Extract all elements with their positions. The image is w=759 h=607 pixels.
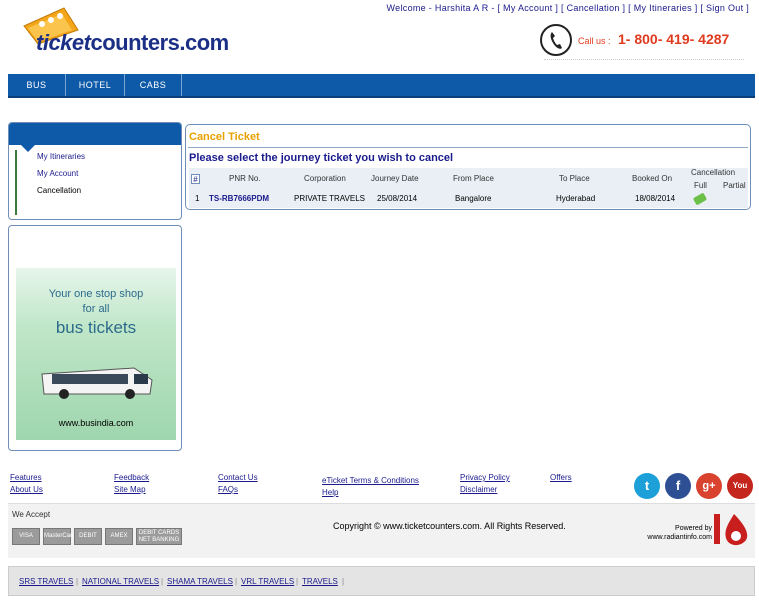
footer-disclaimer-link[interactable]: Disclaimer (460, 485, 497, 494)
we-accept-label: We Accept (12, 510, 51, 519)
footer-site-map-link[interactable]: Site Map (114, 485, 146, 494)
main-nav: BUS HOTEL CABS (8, 74, 755, 98)
mastercard-icon: MasterCard (43, 528, 75, 545)
footer-eticket-terms-link[interactable]: eTicket Terms & Conditions (322, 476, 419, 485)
operator-separator: | (296, 577, 299, 586)
footer-feedback-link[interactable]: Feedback (114, 473, 149, 482)
my-account-link[interactable]: [ My Account ] (497, 3, 558, 13)
bus-operators-band: SRS TRAVELS | NATIONAL TRAVELS | SHAMA T… (8, 566, 755, 596)
google-plus-icon[interactable]: g+ (696, 473, 722, 499)
nav-bus[interactable]: BUS (8, 74, 66, 96)
operator-link-national[interactable]: NATIONAL TRAVELS (82, 577, 159, 586)
visa-card-icon: VISA (12, 528, 40, 545)
debit-card-icon: DEBIT (74, 528, 102, 545)
operator-link-shama[interactable]: SHAMA TRAVELS (167, 577, 233, 586)
my-itineraries-link[interactable]: [ My Itineraries ] (628, 3, 697, 13)
operator-link-vrl[interactable]: VRL TRAVELS (241, 577, 294, 586)
youtube-icon[interactable]: You (727, 473, 753, 499)
promo-url: www.busindia.com (58, 418, 134, 428)
sidebar-item-my-account[interactable]: My Account (37, 169, 78, 178)
pnr-link[interactable]: TS-RB7666PDM (209, 194, 269, 203)
operator-separator: | (76, 577, 79, 586)
sidebar-header (9, 123, 181, 145)
promo-line-3: bus tickets (55, 318, 137, 337)
page-subtitle: Please select the journey ticket you wis… (189, 152, 454, 164)
sidebar-item-my-itineraries[interactable]: My Itineraries (37, 152, 85, 161)
footer-features-link[interactable]: Features (10, 473, 42, 482)
column-header-to-place: To Place (559, 174, 590, 183)
radiant-logo-icon[interactable] (714, 510, 750, 550)
sign-out-link[interactable]: [ Sign Out ] (700, 3, 749, 13)
payment-band: We Accept VISA MasterCard DEBIT AMEX DEB… (8, 503, 755, 558)
logo-text-rest: counters.com (90, 30, 229, 55)
nav-cabs[interactable]: CABS (125, 74, 182, 96)
phone-icon (540, 24, 572, 56)
column-header-pnr: PNR No. (229, 174, 261, 183)
column-header-journey-date: Journey Date (371, 174, 419, 183)
column-header-full: Full (694, 181, 707, 190)
operator-separator: | (161, 577, 164, 586)
title-divider (188, 147, 748, 148)
cell-booked-on: 18/08/2014 (635, 194, 676, 203)
sidebar-header-arrow (21, 145, 35, 152)
logo-text-ticket: ticket (36, 30, 91, 55)
powered-by-url: www.radiantinfo.com (647, 534, 712, 541)
call-us-block: Call us : 1- 800- 419- 4287 (540, 24, 745, 60)
cell-from-place: Bangalore (455, 194, 492, 203)
sidebar-item-cancellation[interactable]: Cancellation (37, 186, 81, 195)
nav-hotel[interactable]: HOTEL (66, 74, 125, 96)
column-header-partial: Partial (723, 181, 746, 190)
facebook-icon[interactable]: f (665, 473, 691, 499)
operator-link-srs[interactable]: SRS TRAVELS (19, 577, 73, 586)
cancel-ticket-panel: Cancel Ticket Please select the journey … (185, 124, 751, 210)
call-us-label: Call us : (578, 36, 611, 46)
cell-journey-date: 25/08/2014 (377, 194, 418, 203)
amex-card-icon: AMEX (105, 528, 133, 545)
operator-separator: | (342, 577, 345, 586)
row-index: 1 (195, 194, 200, 203)
page-title: Cancel Ticket (189, 131, 260, 143)
promo-line-2: for all (82, 303, 110, 315)
call-divider (544, 59, 744, 60)
cancellation-link[interactable]: [ Cancellation ] (561, 3, 625, 13)
ticketcounters-logo[interactable]: ticketcounters.com (14, 2, 234, 60)
footer-privacy-policy-link[interactable]: Privacy Policy (460, 473, 510, 482)
operator-separator: | (235, 577, 238, 586)
promo-image: Your one stop shop for all bus tickets w… (16, 268, 176, 440)
footer-offers-link[interactable]: Offers (550, 473, 572, 482)
cell-to-place: Hyderabad (556, 194, 596, 203)
cell-corporation: PRIVATE TRAVELS (294, 194, 365, 203)
column-header-booked-on: Booked On (632, 174, 673, 183)
footer-faqs-link[interactable]: FAQs (218, 485, 238, 494)
footer-contact-us-link[interactable]: Contact Us (218, 473, 258, 482)
welcome-bar: Welcome - Harshita A R - [ My Account ] … (387, 3, 749, 13)
bus-icon (41, 367, 153, 399)
column-header-cancellation: Cancellation (691, 168, 736, 177)
busindia-promo-banner[interactable]: Your one stop shop for all bus tickets w… (8, 225, 182, 451)
column-header-from-place: From Place (453, 174, 494, 183)
sidebar-rule (15, 150, 17, 215)
powered-by-label: Powered by (675, 525, 712, 532)
welcome-text: Welcome - Harshita A R - (386, 3, 495, 13)
footer-help-link[interactable]: Help (322, 488, 338, 497)
powered-by[interactable]: Powered by www.radiantinfo.com (640, 524, 712, 542)
operator-link-travels[interactable]: TRAVELS (302, 577, 338, 586)
column-header-hash: # (191, 174, 200, 184)
account-sidebar: My Itineraries My Account Cancellation (8, 122, 182, 220)
logo-wordmark: ticketcounters.com (36, 30, 229, 56)
copyright-text: Copyright © www.ticketcounters.com. All … (333, 521, 566, 531)
call-us-number: 1- 800- 419- 4287 (618, 31, 730, 47)
footer-about-us-link[interactable]: About Us (10, 485, 43, 494)
twitter-icon[interactable]: t (634, 473, 660, 499)
promo-line-1: Your one stop shop (48, 288, 144, 300)
column-header-corporation: Corporation (304, 174, 346, 183)
debit-netbanking-icon: DEBIT CARDS NET BANKING (136, 528, 182, 545)
